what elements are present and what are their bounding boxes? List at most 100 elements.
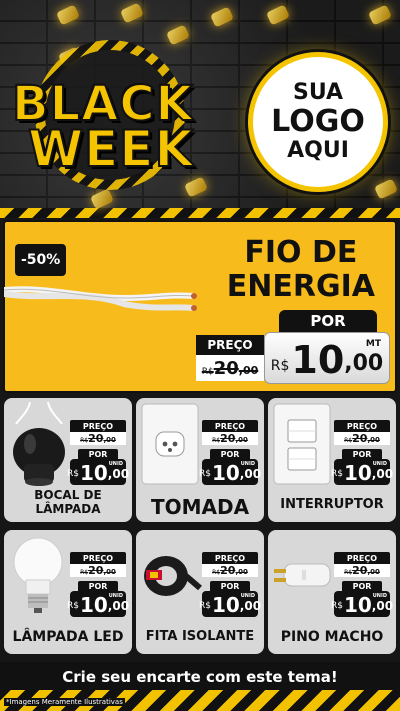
hero-old-price-value: R$ 20 ,00 — [196, 355, 264, 381]
new-price: R$ 10,00 UNID — [330, 591, 394, 617]
por-label: POR — [342, 449, 382, 459]
price-decimal: ,00 — [103, 436, 116, 444]
product-price-box: PREÇO R$ 20,00 POR R$ 10,00 UNID — [198, 420, 261, 485]
product-price-box: PREÇO R$ 20,00 POR R$ 10,00 UNID — [330, 552, 394, 617]
product-card-interruptor: PREÇO R$ 20,00 POR R$ 10,00 UNID INTERRUPT… — [268, 398, 396, 522]
hero-title-line1: FIO DE — [244, 235, 358, 270]
product-name: INTERRUPTOR — [280, 497, 384, 512]
product-name: PINO MACHO — [280, 629, 384, 645]
new-price: R$ 10,00 UNID — [66, 591, 130, 617]
product-card-bocal: PREÇO R$ 20,00 POR R$ 10,00 UNID BOCAL DE … — [4, 398, 132, 522]
currency: R$ — [344, 437, 353, 444]
wire-cable-icon — [4, 286, 197, 311]
price-decimal: ,00 — [239, 599, 262, 613]
product-name: FITA ISOLANTE — [145, 629, 255, 644]
currency: R$ — [330, 601, 343, 611]
por-label: POR — [78, 449, 118, 459]
price-decimal: ,00 — [235, 436, 248, 444]
cta-banner[interactable]: Crie seu encarte com este tema! — [0, 662, 400, 692]
price-integer: 20 — [88, 432, 104, 445]
led-bulb-icon — [13, 537, 63, 613]
product-card-lampada-led: PREÇO R$ 20,00 POR R$ 10,00 UNID LÂMPADA L… — [4, 530, 132, 654]
preco-label: PREÇO — [70, 420, 126, 432]
coin-decoration — [119, 2, 145, 24]
price-integer: 10 — [79, 593, 108, 617]
coin-decoration — [367, 4, 393, 26]
price-integer: 10 — [211, 593, 240, 617]
currency: R$ — [201, 367, 214, 377]
price-integer: 10 — [343, 461, 372, 485]
price-decimal: ,00 — [371, 467, 394, 481]
price-integer: 10 — [291, 338, 345, 382]
product-card-tomada: PREÇO R$ 20,00 POR R$ 10,00 UNID TOMADA — [136, 398, 264, 522]
old-price: R$ 20,00 — [334, 432, 390, 445]
new-price: R$ 10,00 UNID — [198, 591, 262, 617]
price-decimal: ,00 — [103, 568, 116, 576]
hero-title: FIO DE ENERGIA — [227, 236, 375, 304]
coin-decoration — [165, 24, 191, 46]
old-price: R$ 20,00 — [334, 564, 390, 577]
currency: R$ — [212, 437, 221, 444]
currency: R$ — [212, 569, 221, 576]
price-decimal: ,00 — [238, 364, 259, 377]
price-integer: 10 — [79, 461, 108, 485]
coin-decoration — [183, 176, 209, 198]
por-label: POR — [78, 581, 118, 591]
price-integer: 20 — [88, 564, 104, 577]
price-decimal: ,00 — [367, 436, 380, 444]
old-price: R$ 20,00 — [202, 432, 258, 445]
old-price: R$ 20,00 — [70, 564, 126, 577]
brand-week: WEEK — [27, 120, 195, 178]
price-unit: UNID — [108, 593, 123, 599]
price-decimal: ,00 — [107, 599, 130, 613]
preco-label: PREÇO — [202, 552, 258, 564]
price-unit: UNID — [372, 461, 387, 467]
currency: R$ — [270, 358, 290, 374]
hero-por-label: POR — [279, 310, 377, 332]
price-decimal: ,00 — [235, 568, 248, 576]
price-integer: 20 — [213, 358, 239, 379]
hero-old-price: PREÇO R$ 20 ,00 — [196, 335, 264, 381]
price-integer: 20 — [352, 564, 368, 577]
currency: R$ — [198, 469, 211, 479]
price-integer: 20 — [220, 432, 236, 445]
currency: R$ — [80, 437, 89, 444]
product-price-box: PREÇO R$ 20,00 POR R$ 10,00 UNID — [66, 552, 130, 617]
price-integer: 20 — [352, 432, 368, 445]
preco-label: PREÇO — [202, 420, 258, 432]
product-card-pino-macho: PREÇO R$ 20,00 POR R$ 10,00 UNID PINO MACH… — [268, 530, 396, 654]
preco-label: PREÇO — [334, 420, 390, 432]
price-integer: 10 — [211, 461, 240, 485]
price-decimal: ,00 — [371, 599, 394, 613]
product-price-box: PREÇO R$ 20,00 POR R$ 10,00 UNID — [198, 552, 262, 617]
price-unit: UNID — [372, 593, 387, 599]
footnote: *Imagens Meramente Ilustrativas — [4, 698, 125, 706]
male-plug-icon — [274, 563, 331, 587]
product-price-box: PREÇO R$ 20,00 POR R$ 10,00 UNID — [66, 420, 129, 485]
price-unit: UNID — [108, 461, 123, 467]
discount-badge: -50% — [15, 244, 67, 276]
coin-decoration — [89, 188, 115, 210]
lamp-socket-icon — [13, 402, 65, 486]
price-decimal: ,00 — [367, 568, 380, 576]
coin-decoration — [265, 4, 291, 26]
power-outlet-icon — [141, 403, 199, 485]
currency: R$ — [66, 601, 79, 611]
por-label: POR — [210, 581, 250, 591]
coin-decoration — [55, 4, 81, 26]
price-integer: 10 — [343, 593, 372, 617]
currency: R$ — [80, 569, 89, 576]
old-price: R$ 20,00 — [202, 564, 258, 577]
price-integer: 20 — [220, 564, 236, 577]
logo-placeholder: SUA LOGO AQUI — [248, 52, 388, 192]
header-banner: BLACK WEEK SUA LOGO AQUI — [0, 0, 400, 218]
product-price-box: PREÇO R$ 20,00 POR R$ 10,00 UNID — [330, 420, 394, 485]
old-price: R$ 20,00 — [70, 432, 126, 445]
new-price: R$ 10,00 UNID — [330, 459, 394, 485]
product-name: LÂMPADA LED — [12, 629, 124, 645]
currency: R$ — [330, 469, 343, 479]
currency: R$ — [66, 469, 79, 479]
preco-label: PREÇO — [70, 552, 126, 564]
hazard-stripe-top — [0, 208, 400, 218]
currency: R$ — [198, 601, 211, 611]
